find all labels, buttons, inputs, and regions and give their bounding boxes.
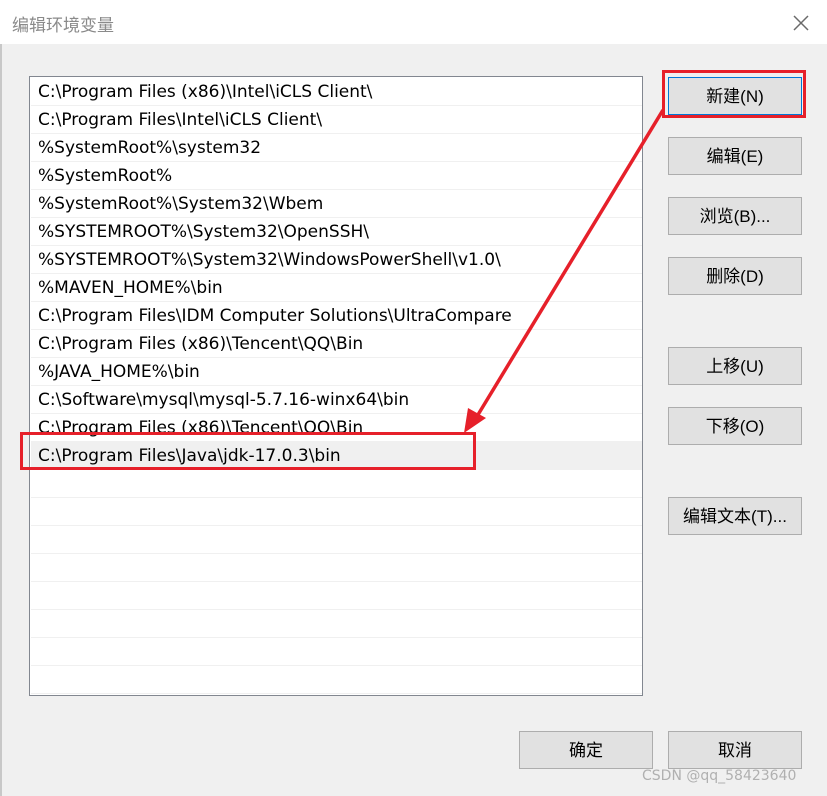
- arrow-head-icon: [464, 408, 486, 433]
- annotation-arrow: [464, 109, 665, 433]
- watermark: CSDN @qq_58423640: [642, 768, 797, 784]
